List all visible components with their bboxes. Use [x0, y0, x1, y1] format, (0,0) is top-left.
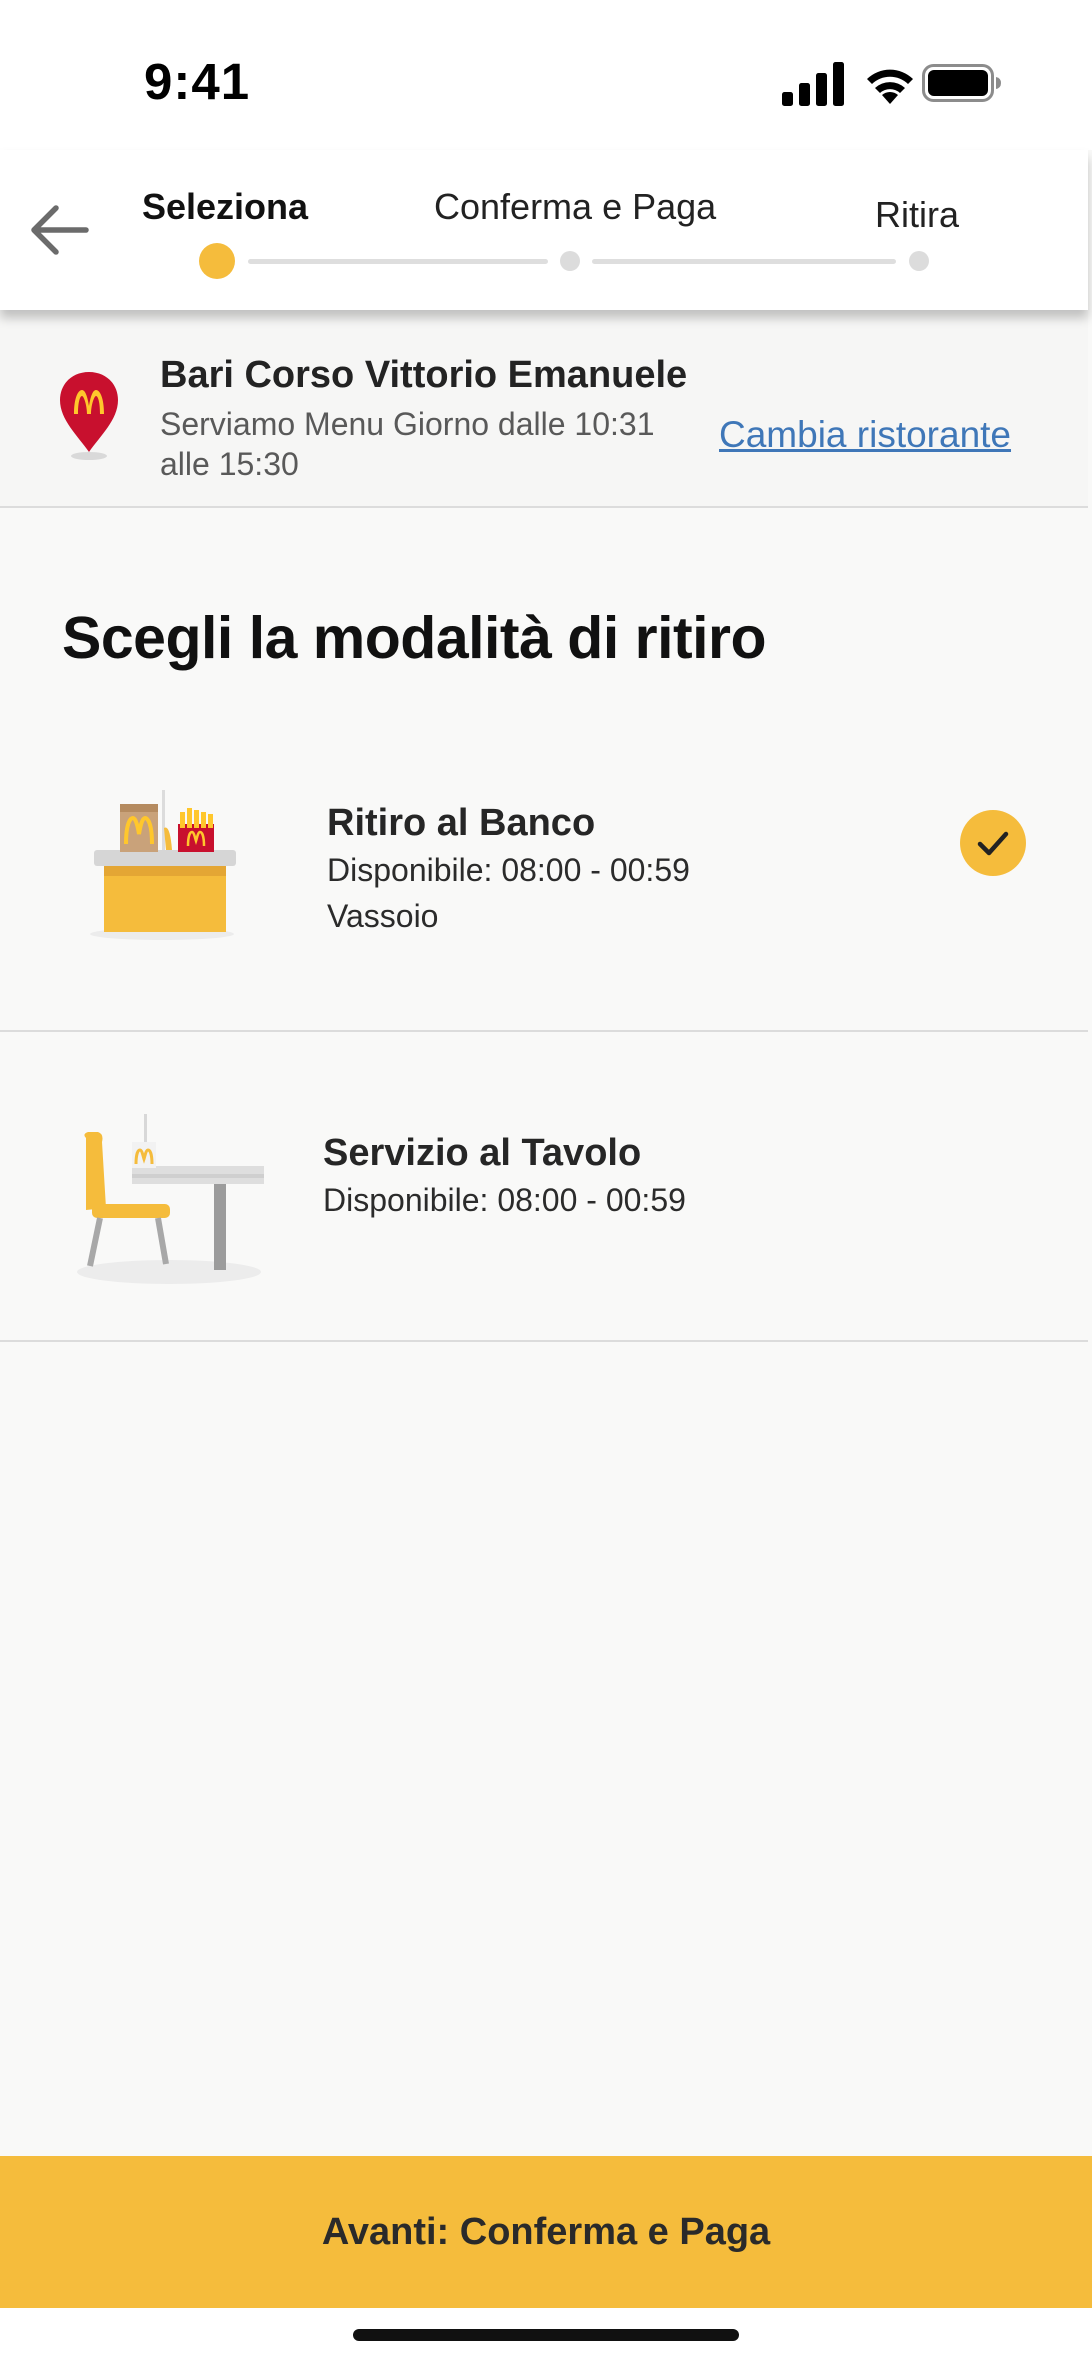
checkout-stepper-header: Seleziona Conferma e Paga Ritira	[0, 150, 1088, 310]
option-detail: Vassoio	[327, 898, 439, 934]
step-indicator	[909, 251, 929, 271]
step-conferma-e-paga: Conferma e Paga	[434, 186, 717, 227]
step-indicator-active	[199, 243, 235, 279]
wifi-icon	[867, 69, 913, 104]
page-title: Scegli la modalità di ritiro	[62, 605, 767, 671]
pickup-option-table-service[interactable]: Servizio al Tavolo Disponibile: 08:00 - …	[0, 1032, 1088, 1342]
status-bar: 9:41	[0, 0, 1092, 150]
step-ritira: Ritira	[875, 194, 960, 235]
arrow-left-icon[interactable]	[26, 200, 92, 260]
stepper-track	[248, 259, 548, 264]
selected-restaurant: Bari Corso Vittorio Emanuele Serviamo Me…	[0, 310, 1088, 508]
status-time: 9:41	[144, 53, 251, 110]
selected-check-badge	[960, 810, 1026, 876]
cellular-signal-icon	[782, 62, 844, 106]
option-availability: Disponibile: 08:00 - 00:59	[327, 852, 690, 888]
restaurant-name: Bari Corso Vittorio Emanuele	[160, 354, 688, 396]
step-indicator	[560, 251, 580, 271]
table-service-illustration	[77, 1114, 264, 1284]
status-icons	[782, 62, 1001, 106]
pickup-option-counter[interactable]: Ritiro al Banco Disponibile: 08:00 - 00:…	[0, 722, 1088, 1032]
restaurant-hours: Serviamo Menu Giorno dalle 10:31 alle 15…	[160, 406, 655, 482]
stepper-track	[592, 259, 896, 264]
battery-icon	[922, 64, 1001, 102]
check-icon	[977, 831, 1009, 856]
step-seleziona: Seleziona	[142, 186, 309, 227]
mcdonalds-location-pin-icon	[60, 372, 118, 460]
home-indicator[interactable]	[353, 2329, 739, 2341]
counter-pickup-illustration	[90, 790, 236, 940]
option-title: Servizio al Tavolo	[323, 1132, 642, 1174]
continue-to-payment-button[interactable]: Avanti: Conferma e Paga	[0, 2156, 1092, 2308]
option-title: Ritiro al Banco	[327, 802, 596, 844]
change-restaurant-link[interactable]: Cambia ristorante	[719, 414, 1011, 456]
option-availability: Disponibile: 08:00 - 00:59	[323, 1182, 686, 1218]
